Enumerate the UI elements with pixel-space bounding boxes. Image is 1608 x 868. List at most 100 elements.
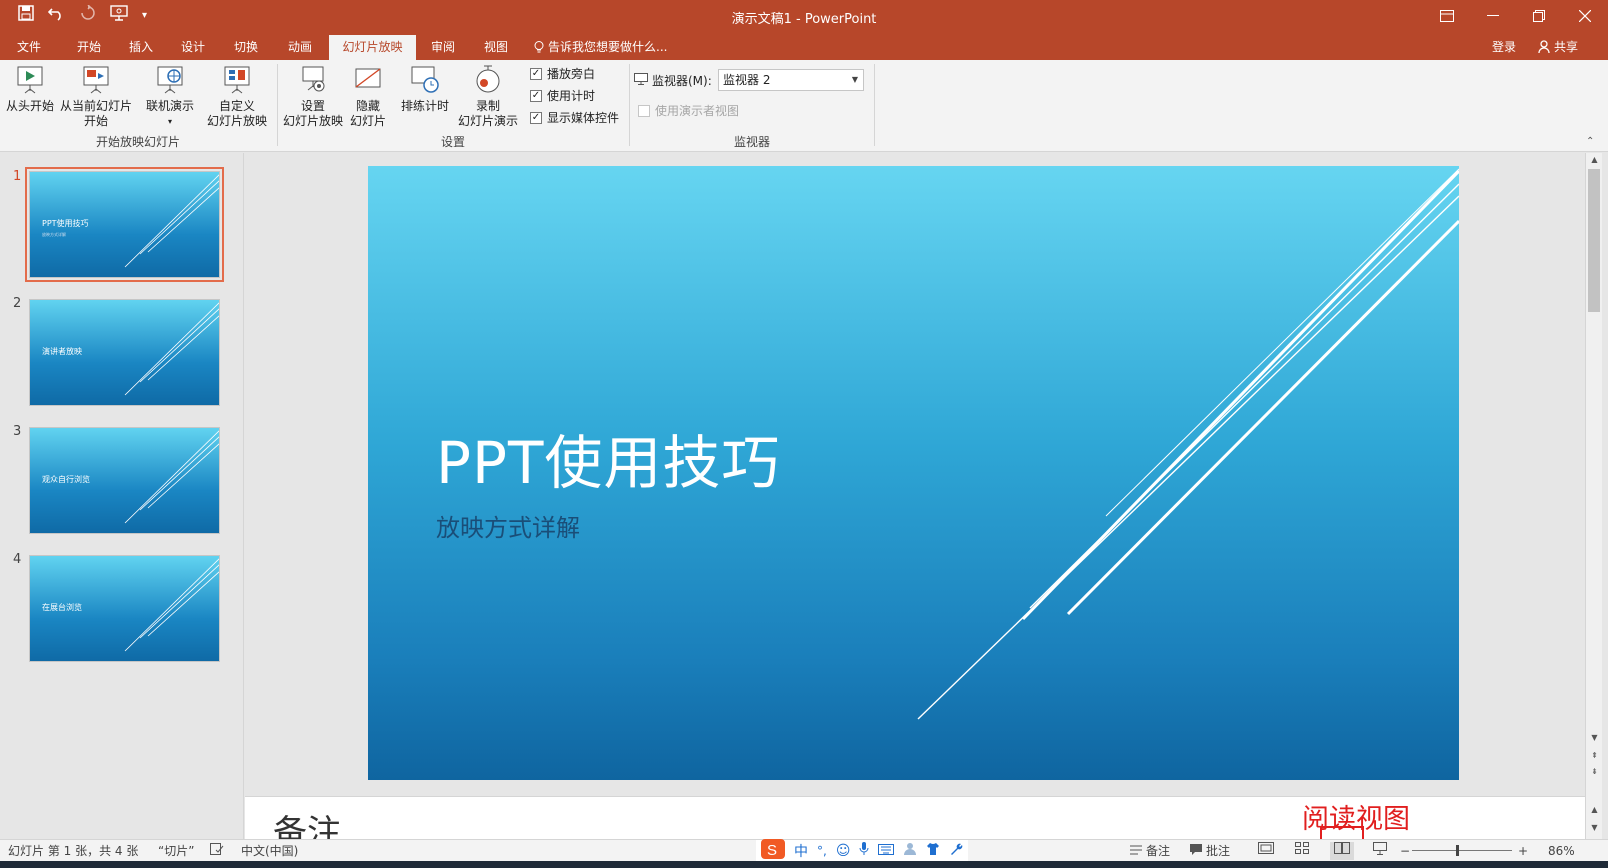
tab-file[interactable]: 文件	[4, 35, 54, 60]
from-current-button[interactable]: 从当前幻灯片 开始	[58, 64, 134, 129]
zoom-slider-knob[interactable]	[1456, 845, 1459, 856]
zoom-level[interactable]: 86%	[1548, 843, 1575, 859]
tab-view[interactable]: 视图	[471, 35, 521, 60]
use-timings-label: 使用计时	[547, 89, 596, 103]
status-bar: 幻灯片 第 1 张，共 4 张 “切片” 中文(中国) S 中 °, ☺ 备注	[0, 839, 1608, 863]
tab-home[interactable]: 开始	[64, 35, 114, 60]
wrench-icon[interactable]	[949, 842, 963, 860]
spell-check-icon[interactable]	[210, 843, 224, 855]
presenter-view-checkbox[interactable]: 使用演示者视图	[638, 102, 739, 119]
online-present-dropdown-icon: ▾	[167, 117, 172, 126]
tab-transitions[interactable]: 切换	[221, 35, 271, 60]
minimize-icon[interactable]	[1470, 0, 1516, 32]
from-beginning-label: 从头开始	[5, 99, 54, 113]
ime-chinese-mode[interactable]: 中	[794, 841, 808, 861]
rehearse-timings-label: 排练计时	[400, 99, 449, 113]
sogou-logo-icon[interactable]: S	[761, 839, 785, 863]
slide-show-view-icon[interactable]	[1368, 842, 1392, 860]
rehearse-timings-button[interactable]: 排练计时	[398, 64, 452, 114]
from-current-label-1: 从当前幻灯片	[59, 99, 132, 113]
group-label-setup: 设置	[440, 135, 465, 149]
group-label-start: 开始放映幻灯片	[95, 135, 180, 149]
scrollbar-thumb[interactable]	[1588, 169, 1600, 312]
slide-thumbnail[interactable]: PPT使用技巧 放映方式详解	[25, 167, 224, 282]
thumb-title: 在展台浏览	[42, 603, 82, 612]
ribbon: 从头开始 从当前幻灯片 开始 联机演示 ▾ 自定义 幻灯片放映 开始放映幻灯片 …	[0, 60, 1608, 152]
hide-slide-label-2: 幻灯片	[349, 114, 386, 128]
comments-toggle[interactable]: 批注	[1190, 843, 1230, 859]
scroll-down-icon[interactable]: ▼	[1586, 733, 1603, 742]
notes-scroll-down-icon[interactable]: ▼	[1586, 823, 1603, 832]
record-show-button[interactable]: 录制 幻灯片演示	[452, 64, 524, 129]
hide-slide-icon	[352, 64, 384, 96]
tell-me-text: 告诉我您想要做什么...	[548, 40, 668, 54]
slide-thumbnail[interactable]: 演讲者放映	[29, 299, 220, 406]
microphone-icon[interactable]	[859, 842, 869, 860]
group-separator	[874, 64, 875, 146]
tab-animations[interactable]: 动画	[275, 35, 325, 60]
reading-view-icon[interactable]	[1330, 842, 1354, 860]
custom-show-icon	[221, 64, 253, 96]
setup-show-label-1: 设置	[300, 99, 325, 113]
zoom-in-icon[interactable]: +	[1518, 843, 1528, 859]
normal-view-icon[interactable]	[1254, 842, 1278, 860]
scroll-up-icon[interactable]: ▲	[1586, 155, 1603, 164]
login-link[interactable]: 登录	[1492, 35, 1516, 60]
emoji-icon[interactable]: ☺	[836, 843, 851, 859]
vertical-scrollbar[interactable]: ▲ ▼ ⇞ ⇟ ▲ ▼	[1585, 153, 1602, 839]
keyboard-icon[interactable]	[878, 843, 895, 859]
ribbon-display-options-icon[interactable]	[1424, 0, 1470, 32]
lightbulb-icon	[534, 35, 544, 60]
zoom-out-icon[interactable]: −	[1400, 843, 1410, 859]
skin-shirt-icon[interactable]	[926, 842, 940, 860]
thumb-title: 演讲者放映	[42, 347, 82, 356]
setup-show-button[interactable]: 设置 幻灯片放映	[282, 64, 344, 129]
restore-icon[interactable]	[1516, 0, 1562, 32]
notes-scroll-up-icon[interactable]: ▲	[1586, 805, 1603, 814]
share-button[interactable]: 共享	[1530, 36, 1586, 58]
tab-insert[interactable]: 插入	[116, 35, 166, 60]
play-narrations-label: 播放旁白	[547, 67, 596, 81]
ime-punctuation[interactable]: °,	[817, 844, 827, 858]
zoom-slider[interactable]	[1412, 850, 1512, 851]
play-narrations-checkbox[interactable]: ✓ 播放旁白	[530, 65, 595, 82]
from-beginning-button[interactable]: 从头开始	[4, 64, 56, 114]
slide-number: 1	[13, 169, 22, 184]
collapse-ribbon-icon[interactable]: ⌃	[1586, 136, 1594, 147]
slide-thumbnail[interactable]: 在展台浏览	[29, 555, 220, 662]
comment-icon	[1190, 843, 1202, 859]
online-present-button[interactable]: 联机演示 ▾	[140, 64, 200, 129]
current-slide[interactable]: PPT使用技巧 放映方式详解	[368, 166, 1459, 780]
user-icon[interactable]	[903, 842, 917, 860]
show-media-controls-checkbox[interactable]: ✓ 显示媒体控件	[530, 109, 619, 126]
slide-title[interactable]: PPT使用技巧	[436, 416, 780, 500]
window-controls	[1424, 0, 1608, 32]
notes-toggle[interactable]: 备注	[1130, 843, 1170, 859]
use-timings-checkbox[interactable]: ✓ 使用计时	[530, 87, 595, 104]
show-media-controls-label: 显示媒体控件	[547, 111, 620, 125]
hide-slide-label-1: 隐藏	[355, 99, 380, 113]
slide-subtitle[interactable]: 放映方式详解	[436, 508, 580, 543]
setup-show-label-2: 幻灯片放映	[282, 114, 343, 128]
person-icon	[1538, 36, 1550, 58]
monitor-select[interactable]: 监视器 2 ▼	[718, 69, 864, 91]
next-slide-icon[interactable]: ⇟	[1586, 767, 1603, 776]
custom-show-label-2: 幻灯片放映	[206, 114, 267, 128]
play-from-start-icon	[14, 64, 46, 96]
tab-slide-show[interactable]: 幻灯片放映	[329, 35, 416, 60]
tab-review[interactable]: 审阅	[418, 35, 468, 60]
previous-slide-icon[interactable]: ⇞	[1586, 751, 1603, 760]
slide-number: 4	[13, 552, 22, 567]
tab-design[interactable]: 设计	[168, 35, 218, 60]
tell-me-box[interactable]: 告诉我您想要做什么...	[534, 35, 667, 60]
chevron-down-icon: ▼	[851, 75, 858, 84]
close-icon[interactable]	[1562, 0, 1608, 32]
rehearse-timings-icon	[409, 64, 441, 96]
notes-text[interactable]: 备注	[273, 805, 341, 839]
custom-show-button[interactable]: 自定义 幻灯片放映	[197, 64, 277, 129]
hide-slide-button[interactable]: 隐藏 幻灯片	[346, 64, 390, 129]
language[interactable]: 中文(中国)	[241, 843, 298, 859]
record-label-1: 录制	[475, 99, 500, 113]
slide-sorter-view-icon[interactable]	[1290, 842, 1314, 860]
slide-thumbnail[interactable]: 观众自行浏览	[29, 427, 220, 534]
